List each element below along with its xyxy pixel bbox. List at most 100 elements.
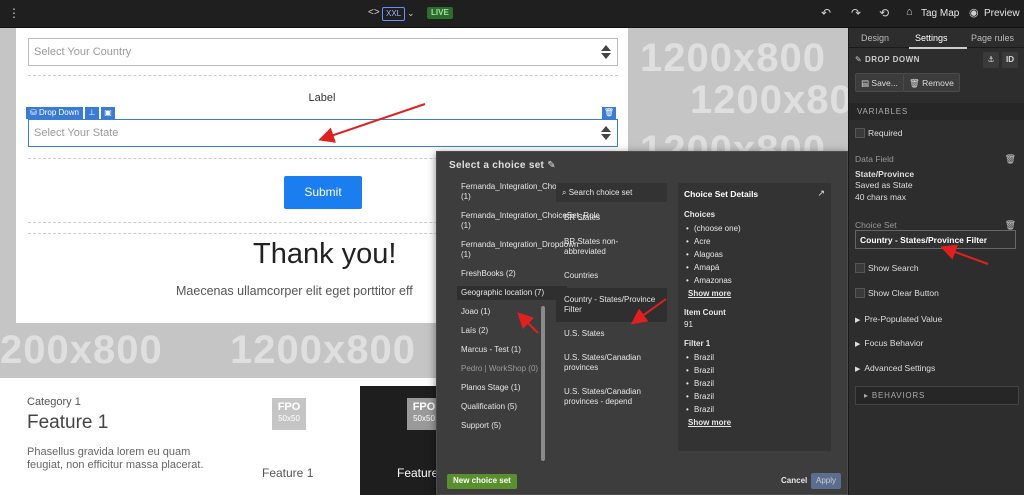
list-item: Amazonas	[684, 274, 825, 287]
external-link-icon[interactable]: ↗	[817, 188, 825, 199]
checkbox[interactable]	[855, 128, 865, 138]
group-item[interactable]: FreshBooks (2)	[457, 267, 567, 281]
thank-you-text: Maecenas ullamcorper elit eget porttitor…	[176, 284, 413, 298]
item-count-value: 91	[684, 320, 693, 329]
trash-icon[interactable]: 🗑	[602, 107, 616, 119]
category-label: Category 1	[27, 396, 81, 408]
show-clear-toggle[interactable]: Show Clear Button	[855, 288, 1019, 298]
submit-button[interactable]: Submit	[284, 176, 362, 209]
live-badge[interactable]: LIVE	[427, 7, 453, 19]
advanced-settings-expander[interactable]: ▶ Advanced Settings	[855, 363, 1019, 373]
search-input[interactable]: ⌕ Search choice set	[556, 183, 667, 202]
choice-set-label: Choice Set	[855, 220, 897, 230]
group-item[interactable]: Joao (1)	[457, 305, 567, 319]
group-item[interactable]: Fernanda_Integration_ChoiceSet_Role (1)	[457, 209, 600, 233]
list-item: Brazil	[684, 364, 825, 377]
save-button[interactable]: ▤ Save...	[855, 73, 904, 92]
layout-icon[interactable]: ▣	[101, 107, 115, 119]
checkbox[interactable]	[855, 288, 865, 298]
data-field-limit: 40 chars max	[855, 192, 907, 202]
pre-populated-expander[interactable]: ▶ Pre-Populated Value	[855, 314, 1019, 324]
watermark: 1200x800	[640, 36, 826, 80]
list-item: Amapá	[684, 261, 825, 274]
group-item[interactable]: Fernanda_Integration_ChoiceSet_Lead (1)	[457, 180, 601, 204]
country-placeholder: Select Your Country	[34, 46, 132, 58]
set-item[interactable]: U.S. States/Canadian provinces - depend	[556, 380, 667, 414]
tab-settings[interactable]: Settings	[915, 33, 948, 43]
group-item[interactable]: Marcus - Test (1)	[457, 343, 567, 357]
group-item[interactable]: Planos Stage (1)	[457, 381, 567, 395]
feature-title: Feature 1	[262, 466, 314, 480]
id-button[interactable]: ID	[1002, 52, 1018, 68]
search-icon: ⌕	[562, 188, 569, 197]
required-toggle[interactable]: Required	[855, 128, 1019, 138]
group-item[interactable]: Laís (2)	[457, 324, 567, 338]
state-select[interactable]: Select Your State	[28, 119, 618, 147]
data-field-saved: Saved as State	[855, 180, 913, 190]
new-choice-set-button[interactable]: New choice set	[447, 474, 517, 489]
eye-icon[interactable]: ◉	[969, 6, 979, 19]
list-item: Acre	[684, 235, 825, 248]
choice-set-value[interactable]: Country - States/Province Filter	[855, 230, 1016, 249]
menu-dots-icon[interactable]: ⋮	[8, 6, 20, 20]
tag-icon[interactable]: ⌂	[906, 6, 913, 18]
active-tab-indicator	[909, 47, 967, 49]
item-count-label: Item Count	[684, 308, 726, 317]
list-item: Brazil	[684, 390, 825, 403]
dropdown-icon: ⛁	[30, 108, 39, 117]
divider	[28, 75, 618, 76]
list-item: Alagoas	[684, 248, 825, 261]
tag-map-button[interactable]: Tag Map	[921, 8, 959, 19]
preview-button[interactable]: Preview	[984, 8, 1020, 19]
show-more-link[interactable]: Show more	[688, 418, 825, 427]
show-more-link[interactable]: Show more	[688, 289, 825, 298]
set-item[interactable]: Countries	[556, 264, 667, 288]
feature-paragraph: Phasellus gravida lorem eu quam feugiat,…	[27, 446, 204, 471]
tab-page-rules[interactable]: Page rules	[971, 33, 1014, 43]
details-title: Choice Set Details	[684, 189, 759, 199]
filter-list: Brazil Brazil Brazil Brazil Brazil	[684, 351, 825, 416]
behaviors-section[interactable]: ▸ BEHAVIORS	[855, 386, 1019, 405]
state-placeholder: Select Your State	[34, 127, 119, 139]
group-item[interactable]: Qualification (5)	[457, 400, 567, 414]
country-select[interactable]: Select Your Country	[28, 38, 618, 66]
choice-set-modal: Select a choice set ✎ Fernanda_Integrati…	[436, 151, 848, 495]
remove-button[interactable]: 🗑 Remove	[903, 73, 960, 92]
pin-icon[interactable]: ⊥	[85, 107, 99, 119]
anchor-icon[interactable]: ⚓	[983, 52, 999, 68]
field-label: Label	[308, 92, 336, 104]
scrollbar[interactable]	[541, 306, 545, 461]
feature-title-dark: Feature	[397, 466, 439, 480]
dropdown-tag[interactable]: ⛁ Drop Down	[26, 107, 83, 119]
edit-icon[interactable]: ✎	[547, 160, 556, 171]
list-item: Brazil	[684, 351, 825, 364]
trash-icon[interactable]: 🗑	[1005, 154, 1016, 165]
group-item[interactable]: Pedro | WorkShop (0)	[457, 362, 567, 376]
viewport-badge[interactable]: XXL	[382, 7, 406, 21]
undo-icon[interactable]: ↶	[821, 6, 831, 20]
list-item: (choose one)	[684, 222, 825, 235]
cancel-button[interactable]: Cancel	[781, 476, 807, 485]
list-item: Brazil	[684, 377, 825, 390]
history-icon[interactable]: ⟲	[879, 6, 889, 20]
tab-design[interactable]: Design	[861, 33, 889, 43]
show-search-toggle[interactable]: Show Search	[855, 263, 1019, 273]
apply-button[interactable]: Apply	[811, 473, 841, 489]
group-item[interactable]: Support (5)	[457, 419, 567, 433]
data-field-label: Data Field	[855, 154, 894, 164]
group-item[interactable]: Fernanda_Integration_Dropdown (1)	[457, 238, 578, 262]
code-icon[interactable]: <>	[368, 7, 380, 18]
list-item: Brazil	[684, 403, 825, 416]
chevron-down-icon[interactable]: ⌄	[407, 8, 415, 19]
set-item[interactable]: BR States	[556, 206, 667, 230]
redo-icon[interactable]: ↷	[851, 6, 861, 20]
checkbox[interactable]	[855, 263, 865, 273]
filter-label: Filter 1	[684, 339, 711, 348]
set-item-selected[interactable]: Country - States/Province Filter	[556, 288, 667, 322]
focus-behavior-expander[interactable]: ▶ Focus Behavior	[855, 338, 1019, 348]
set-item[interactable]: U.S. States/Canadian provinces	[556, 346, 667, 380]
choice-set-details: Choice Set Details ↗ Choices (choose one…	[678, 183, 831, 451]
set-item[interactable]: U.S. States	[556, 322, 667, 346]
group-item-selected[interactable]: Geographic location (7)	[457, 286, 567, 300]
set-item[interactable]: BR States non-abbreviated	[556, 230, 667, 264]
